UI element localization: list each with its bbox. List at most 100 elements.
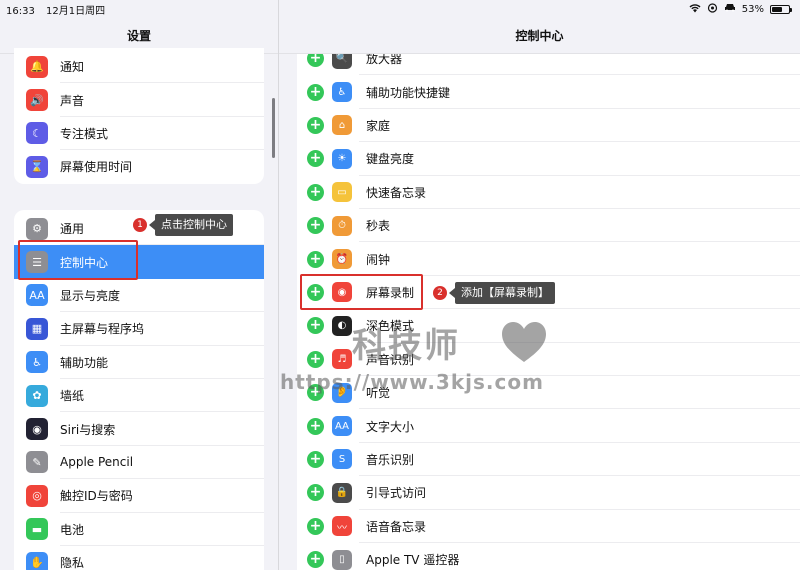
add-control-button[interactable]: + — [307, 484, 324, 502]
control-label: Apple TV 遥控器 — [366, 553, 460, 568]
control-row: + AA 文字大小 — [297, 409, 800, 443]
sidebar-item-label: 隐私 — [60, 556, 85, 570]
control-row: + ⌂ 家庭 — [297, 109, 800, 143]
control-row: + 〰语音备忘录 — [297, 510, 800, 543]
control-row: + ▭ 快速备忘录 — [297, 176, 800, 209]
moon-icon: ☾ — [26, 122, 48, 145]
aa-icon: AA — [26, 284, 48, 307]
fingerprint-icon: ◎ — [26, 484, 48, 507]
status-time: 16:33 — [6, 5, 35, 17]
add-control-button[interactable]: + — [307, 116, 324, 134]
sidebar-item-label: 声音 — [60, 93, 85, 108]
sidebar-item[interactable]: ♿ 辅助功能 — [14, 346, 264, 379]
add-control-button[interactable]: + — [307, 450, 324, 468]
sidebar-item-label: 触控ID与密码 — [60, 489, 133, 504]
sidebar-item-label: 显示与亮度 — [60, 288, 121, 303]
waveform-icon: 〰 — [332, 516, 352, 537]
control-row: + S 音乐识别 — [297, 443, 800, 477]
gear-icon: ⚙ — [26, 217, 48, 240]
control-label: 键盘亮度 — [366, 152, 415, 167]
sidebar-item-label: 专注模式 — [60, 126, 109, 141]
quick-note-icon: ▭ — [332, 182, 352, 203]
control-label: 快速备忘录 — [366, 185, 427, 200]
wifi-icon — [689, 3, 701, 16]
sidebar-item[interactable]: ✋ 隐私 — [14, 546, 264, 570]
sidebar-item-label: 墙纸 — [60, 389, 85, 404]
keyboard-brightness-icon: ☀ — [332, 148, 352, 169]
step-callout-2: 添加【屏幕录制】 — [449, 282, 555, 304]
sidebar-item[interactable]: ▦ 主屏幕与程序坞 — [14, 312, 264, 346]
accessibility-icon: ♿ — [26, 351, 48, 374]
add-control-button[interactable]: + — [307, 217, 324, 235]
add-control-button[interactable]: + — [307, 250, 324, 268]
add-control-button[interactable]: + — [307, 150, 324, 168]
pencil-icon: ✎ — [26, 451, 48, 474]
control-label: 音乐识别 — [366, 452, 415, 467]
watermark-url: https://www.3kjs.com — [280, 370, 544, 394]
bell-icon: 🔔 — [26, 55, 48, 78]
control-label: 引导式访问 — [366, 486, 427, 501]
battery-icon: ▬ — [26, 518, 48, 541]
add-control-button[interactable]: + — [307, 417, 324, 435]
control-row: + ▯ Apple TV 遥控器 — [297, 543, 800, 570]
sound-recognition-icon: ♬ — [332, 349, 352, 370]
control-label: 秒表 — [366, 219, 391, 234]
add-control-button[interactable]: + — [307, 551, 324, 569]
sidebar-item[interactable]: ⌛ 屏幕使用时间 — [14, 150, 264, 183]
control-row: + ☀ 键盘亮度 — [297, 142, 800, 176]
control-label: 闹钟 — [366, 252, 391, 267]
status-date: 12月1日周四 — [46, 5, 106, 17]
siri-icon: ◉ — [26, 418, 48, 441]
add-control-button[interactable]: + — [307, 183, 324, 201]
control-label: 文字大小 — [366, 419, 415, 434]
sidebar-item[interactable]: ▬ 电池 — [14, 513, 264, 546]
accessibility-icon: ♿ — [332, 82, 352, 103]
control-row: + 🔒 引导式访问 — [297, 476, 800, 510]
control-row: + ⏰ 闹钟 — [297, 242, 800, 276]
car-icon — [724, 3, 736, 15]
vpn-icon — [707, 2, 718, 16]
stopwatch-icon: ⏱ — [332, 215, 352, 236]
sidebar-item[interactable]: ◎ 触控ID与密码 — [14, 479, 264, 513]
hand-icon: ✋ — [26, 551, 48, 570]
sidebar-item-label: 主屏幕与程序坞 — [60, 322, 145, 337]
heart-icon — [502, 322, 546, 362]
sidebar-item[interactable]: ◉ Siri与搜索 — [14, 412, 264, 446]
step-badge-2: 2 — [433, 286, 447, 300]
lock-icon: 🔒 — [332, 482, 352, 503]
control-row: + ♿ 辅助功能快捷键 — [297, 75, 800, 109]
scrollbar[interactable] — [272, 98, 275, 158]
control-label: 语音备忘录 — [366, 519, 427, 534]
battery-icon — [770, 4, 792, 14]
highlight-control-center — [18, 240, 138, 280]
remote-icon: ▯ — [332, 549, 352, 570]
add-control-button[interactable]: + — [307, 350, 324, 368]
add-control-button[interactable]: + — [307, 517, 324, 535]
sidebar-item-label: 通用 — [60, 222, 85, 237]
add-control-button[interactable]: + — [307, 317, 324, 335]
sidebar-item-label: Apple Pencil — [60, 455, 134, 470]
control-center-title: 控制中心 — [279, 18, 800, 54]
sidebar-item-label: 屏幕使用时间 — [60, 160, 133, 175]
home-icon: ⌂ — [332, 115, 352, 136]
sidebar-item-label: 辅助功能 — [60, 355, 109, 370]
watermark-brand: 科技师 — [352, 326, 460, 366]
sidebar-item[interactable]: ✎ Apple Pencil — [14, 446, 264, 480]
step-badge-1: 1 — [133, 218, 147, 232]
control-label: 辅助功能快捷键 — [366, 85, 451, 100]
control-label: 家庭 — [366, 118, 391, 133]
add-control-button[interactable]: + — [307, 83, 324, 101]
settings-group-1: 🔔 通知 🔊 声音 ☾ 专注模式 ⌛ 屏幕使用时间 — [14, 48, 264, 184]
sidebar-item[interactable]: 🔔 通知 — [14, 50, 264, 84]
shazam-icon: S — [332, 449, 352, 470]
control-row: + ⏱ 秒表 — [297, 209, 800, 243]
sidebar-item[interactable]: AA 显示与亮度 — [14, 279, 264, 313]
step-callout-1: 点击控制中心 — [149, 214, 233, 236]
battery-percent: 53% — [741, 3, 764, 15]
sidebar-item[interactable]: ✿ 墙纸 — [14, 379, 264, 413]
sidebar-item[interactable]: ☾ 专注模式 — [14, 117, 264, 151]
status-bar: 16:33 12月1日周四 53% — [0, 0, 800, 18]
sidebar-item[interactable]: 🔊 声音 — [14, 83, 264, 117]
hourglass-icon: ⌛ — [26, 155, 48, 178]
alarm-icon: ⏰ — [332, 249, 352, 270]
